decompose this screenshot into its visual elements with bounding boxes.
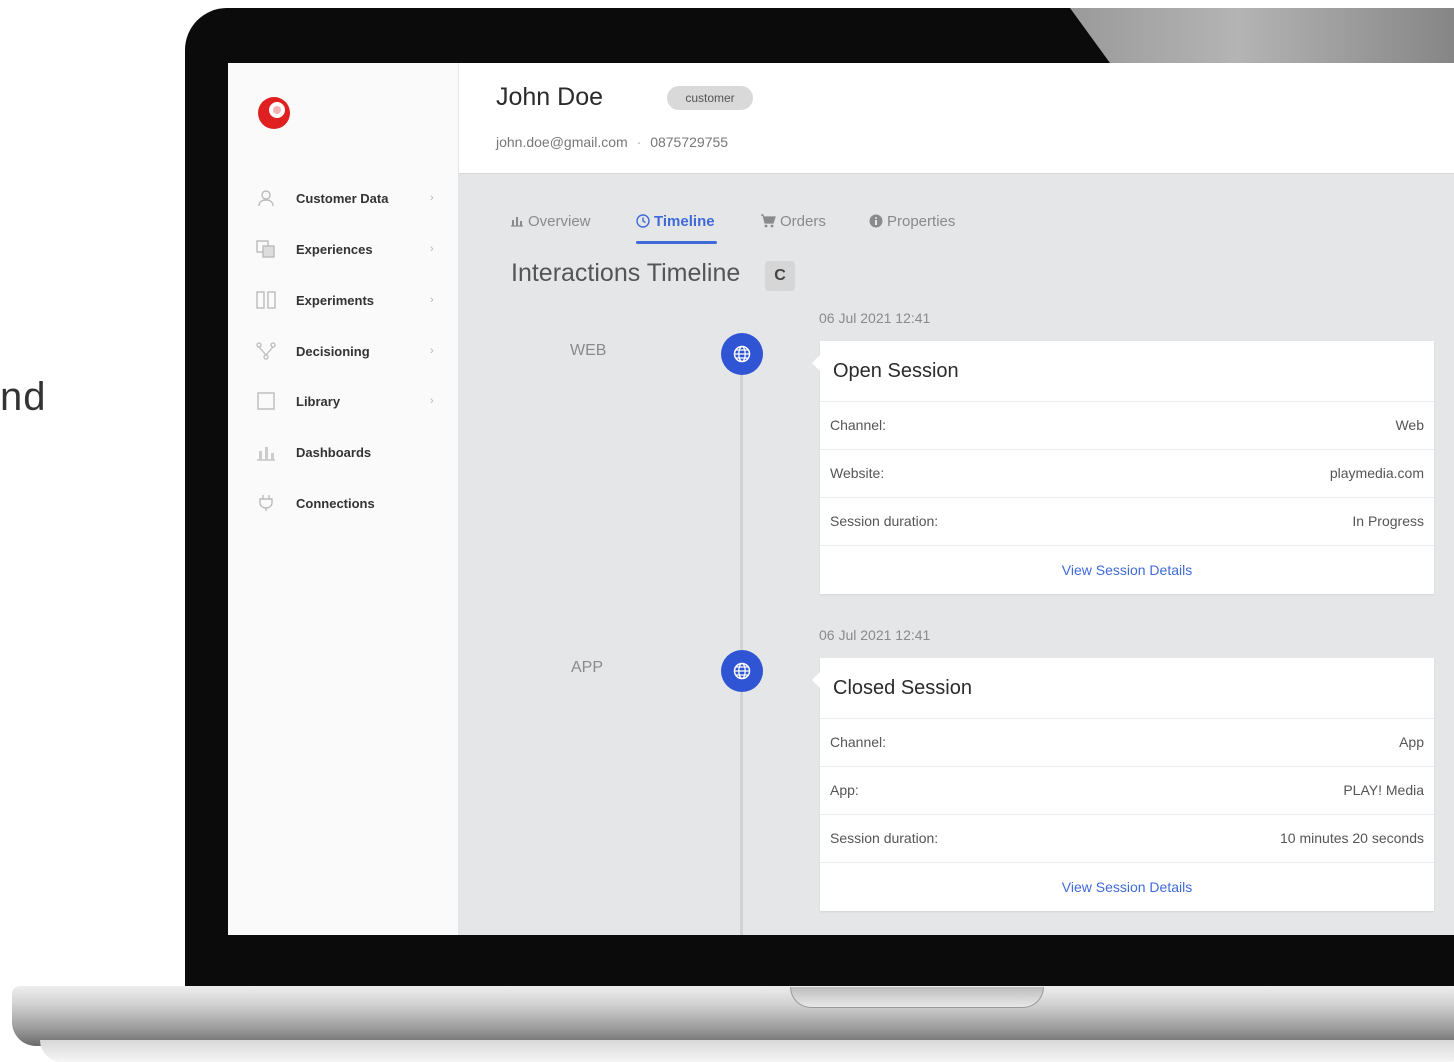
columns-icon (256, 290, 276, 310)
tab-label: Overview (528, 212, 591, 230)
active-tab-indicator (636, 241, 717, 244)
info-icon (869, 214, 883, 228)
row-value: 10 minutes 20 seconds (1280, 830, 1424, 846)
refresh-button[interactable]: C (765, 261, 795, 291)
sidebar-item-label: Experiments (296, 292, 375, 308)
clock-icon (636, 214, 650, 228)
timeline-line (740, 353, 743, 935)
globe-icon (721, 650, 763, 692)
row-value: App (1399, 734, 1424, 750)
sidebar-item-label: Experiences (296, 241, 373, 257)
event-title: Closed Session (820, 658, 1434, 719)
bar-chart-icon (511, 217, 523, 227)
laptop-notch (790, 987, 1044, 1008)
customer-badge: customer (667, 86, 753, 110)
branch-icon (256, 341, 276, 361)
chevron-right-icon: › (430, 345, 434, 357)
tab-properties[interactable]: Properties (869, 203, 955, 239)
row-key: Channel: (830, 734, 887, 750)
row-key: Session duration: (830, 513, 939, 529)
event-card: Open Session Channel: Web Website: playm… (812, 341, 1434, 594)
sidebar-item-label: Connections (296, 495, 375, 511)
sidebar-item-label: Dashboards (296, 444, 372, 460)
interactions-timeline-title: Interactions Timeline (511, 259, 741, 287)
cart-icon (761, 214, 776, 228)
event-timestamp: 06 Jul 2021 12:41 (819, 310, 931, 326)
sidebar-item-experiences[interactable]: Experiences › (228, 224, 458, 274)
customer-contact: john.doe@gmail.com · 0875729755 (496, 134, 728, 150)
event-row: Website: playmedia.com (820, 450, 1434, 498)
plug-icon (256, 493, 276, 513)
chevron-right-icon: › (430, 192, 434, 204)
sidebar-item-label: Customer Data (296, 190, 389, 206)
chevron-right-icon: › (430, 243, 434, 255)
background-text: nd (0, 375, 47, 419)
brand-logo-icon[interactable] (256, 95, 292, 131)
tab-overview[interactable]: Overview (510, 203, 591, 239)
contact-separator: · (636, 134, 642, 150)
sidebar-item-dashboards[interactable]: Dashboards (228, 427, 458, 477)
tab-orders[interactable]: Orders (760, 203, 826, 239)
bar-chart-icon (256, 442, 276, 462)
chevron-right-icon: › (430, 294, 434, 306)
refresh-icon: C (774, 267, 786, 284)
app-screen: Customer Data › Experiences › Experiment… (228, 63, 1454, 935)
sidebar-item-decisioning[interactable]: Decisioning › (228, 326, 458, 376)
event-row: Session duration: In Progress (820, 498, 1434, 546)
sidebar: Customer Data › Experiences › Experiment… (228, 63, 459, 935)
sidebar-item-label: Library (296, 393, 341, 409)
tab-timeline[interactable]: Timeline (636, 203, 715, 239)
customer-header: John Doe customer john.doe@gmail.com · 0… (459, 63, 1454, 174)
event-timestamp: 06 Jul 2021 12:41 (819, 627, 931, 643)
event-title: Open Session (820, 341, 1434, 402)
view-session-details-link[interactable]: View Session Details (820, 863, 1434, 911)
screen-glare (1070, 8, 1454, 63)
laptop-base-shadow (40, 1040, 1454, 1062)
customer-email[interactable]: john.doe@gmail.com (496, 134, 628, 150)
view-session-details-link[interactable]: View Session Details (820, 546, 1434, 594)
event-row: Session duration: 10 minutes 20 seconds (820, 815, 1434, 863)
chevron-right-icon: › (430, 395, 434, 407)
event-channel-label: APP (571, 659, 604, 676)
globe-icon (721, 333, 763, 375)
sidebar-item-customer-data[interactable]: Customer Data › (228, 173, 458, 223)
row-value: PLAY! Media (1343, 782, 1424, 798)
row-key: App: (830, 782, 859, 798)
tab-label: Properties (887, 212, 956, 230)
event-row: Channel: App (820, 719, 1434, 767)
row-key: Channel: (830, 417, 887, 433)
sidebar-item-experiments[interactable]: Experiments › (228, 275, 458, 325)
row-value: playmedia.com (1329, 465, 1424, 481)
event-row: App: PLAY! Media (820, 767, 1434, 815)
row-value: In Progress (1352, 513, 1424, 529)
customer-name: John Doe (496, 83, 604, 111)
sidebar-item-label: Decisioning (296, 343, 370, 359)
laptop-base (12, 986, 1454, 1046)
row-value: Web (1395, 417, 1424, 433)
event-row: Channel: Web (820, 402, 1434, 450)
layers-icon (256, 239, 276, 259)
sidebar-item-library[interactable]: Library › (228, 376, 458, 426)
event-channel-label: WEB (570, 342, 607, 359)
event-card: Closed Session Channel: App App: PLAY! M… (812, 658, 1434, 911)
sidebar-item-connections[interactable]: Connections (228, 478, 458, 528)
row-key: Website: (830, 465, 885, 481)
customer-phone: 0875729755 (650, 134, 729, 150)
user-icon (256, 188, 276, 208)
square-icon (256, 391, 276, 411)
row-key: Session duration: (830, 830, 939, 846)
tab-label: Orders (780, 212, 826, 230)
tab-label: Timeline (654, 212, 715, 230)
